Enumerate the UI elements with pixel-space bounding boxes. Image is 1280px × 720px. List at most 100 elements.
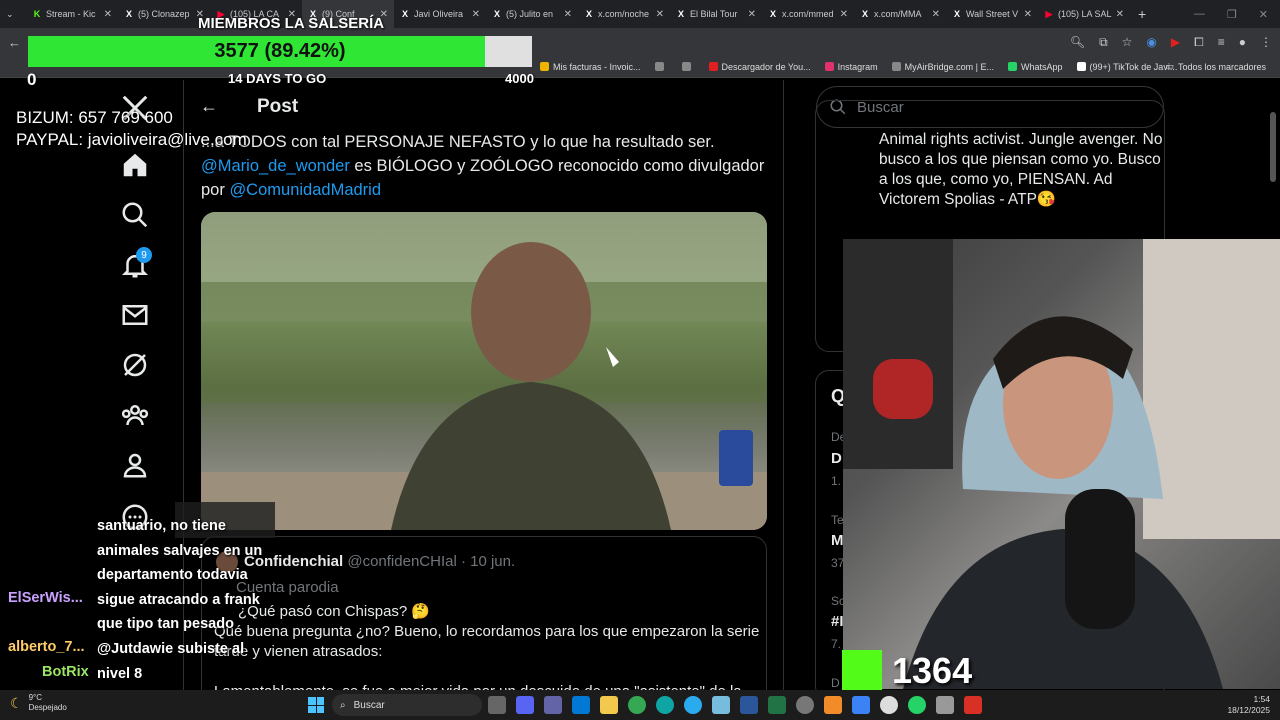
maximize-icon[interactable]: ❐ bbox=[1227, 8, 1237, 21]
bookmark-item[interactable]: (99+) TikTok de Javi... bbox=[1076, 62, 1177, 72]
tab-close-icon[interactable]: ✕ bbox=[932, 9, 940, 20]
weather-widget[interactable]: ☾ 9°C Despejado bbox=[10, 693, 67, 713]
browser-tab[interactable]: Xx.com/noche ✕ bbox=[578, 0, 670, 28]
tab-menu-button[interactable]: ⌄ bbox=[0, 0, 26, 28]
menu-kebab-icon[interactable]: ⋮ bbox=[1260, 35, 1272, 49]
tab-close-icon[interactable]: ✕ bbox=[656, 9, 664, 20]
kick-logo-icon bbox=[842, 650, 882, 690]
grok-icon[interactable] bbox=[120, 350, 150, 380]
word-icon[interactable] bbox=[740, 696, 758, 714]
file-explorer-icon[interactable] bbox=[600, 696, 618, 714]
edge-icon[interactable] bbox=[656, 696, 674, 714]
system-clock[interactable]: 1:54 18/12/2025 bbox=[1227, 694, 1270, 716]
star-icon[interactable]: ☆ bbox=[1122, 35, 1133, 49]
bookmark-favicon-icon bbox=[654, 62, 664, 71]
whatsapp-icon[interactable] bbox=[908, 696, 926, 714]
bookmark-item[interactable]: Descargador de You... bbox=[708, 62, 811, 72]
bookmark-favicon-icon bbox=[824, 62, 834, 71]
trend-fragment: D bbox=[831, 450, 842, 467]
mention-link[interactable]: @ComunidadMadrid bbox=[229, 181, 381, 199]
post-video[interactable] bbox=[201, 212, 767, 530]
post-back-arrow-icon[interactable]: ← bbox=[200, 96, 218, 117]
scrollbar[interactable] bbox=[1270, 112, 1276, 182]
bookmark-item[interactable]: Instagram bbox=[824, 62, 878, 72]
tab-close-icon[interactable]: ✕ bbox=[1116, 9, 1124, 20]
tab-favicon-icon: K bbox=[33, 9, 41, 19]
toolbar-icons: 🔍︎ ⧉ ☆ ◉ ▶ ⧠ ≡ ● ⋮ bbox=[1070, 35, 1272, 50]
post-text: ...a TODOS con tal PERSONAJE NEFASTO y l… bbox=[201, 133, 765, 199]
window-controls: — ❐ ✕ bbox=[1194, 8, 1280, 21]
app-icon[interactable] bbox=[852, 696, 870, 714]
new-tab-button[interactable]: + bbox=[1130, 6, 1154, 22]
tab-close-icon[interactable]: ✕ bbox=[472, 9, 480, 20]
browser-tab[interactable]: X (5) Julito en ✕ bbox=[486, 0, 578, 28]
profile-avatar-icon[interactable]: ● bbox=[1239, 35, 1246, 49]
browser-tab[interactable]: X El Bilal Tour ✕ bbox=[670, 0, 762, 28]
mention-link[interactable]: @Mario_de_wonder bbox=[201, 157, 350, 175]
tab-close-icon[interactable]: ✕ bbox=[1024, 9, 1032, 20]
app-icon[interactable] bbox=[824, 696, 842, 714]
tab-favicon-icon: X bbox=[769, 9, 776, 19]
media-icon[interactable]: ≡ bbox=[1218, 35, 1225, 49]
back-arrow-icon[interactable]: ← bbox=[8, 35, 21, 50]
bookmark-item[interactable]: Mis facturas - Invoic... bbox=[540, 62, 641, 72]
streamer-webcam bbox=[843, 239, 1280, 689]
chrome-icon[interactable] bbox=[628, 696, 646, 714]
tab-title: El Bilal Tour bbox=[690, 9, 738, 19]
search-icon[interactable] bbox=[120, 200, 150, 230]
tab-title: x.com/mmed bbox=[782, 9, 834, 19]
browser-tab[interactable]: ▶ (105) LA SAL ✕ bbox=[1038, 0, 1130, 28]
browser-tab[interactable]: X Wall Street V ✕ bbox=[946, 0, 1038, 28]
bookmark-favicon-icon bbox=[708, 62, 718, 71]
browser-tab[interactable]: Xx.com/MMA ✕ bbox=[854, 0, 946, 28]
browser-tab[interactable]: X Javi Oliveira ✕ bbox=[394, 0, 486, 28]
messages-envelope-icon[interactable] bbox=[120, 300, 150, 330]
tab-close-icon[interactable]: ✕ bbox=[748, 9, 756, 20]
tab-title: (5) Julito en bbox=[506, 9, 554, 19]
tab-close-icon[interactable]: ✕ bbox=[840, 9, 848, 20]
app-icon[interactable] bbox=[936, 696, 954, 714]
outlook-icon[interactable] bbox=[572, 696, 590, 714]
browser-tab[interactable]: X (5) Clonazep ✕ bbox=[118, 0, 210, 28]
bookmark-favicon-icon bbox=[681, 62, 691, 71]
folder-icon: ▭ bbox=[1165, 61, 1174, 71]
column-divider-right bbox=[783, 80, 784, 720]
extension-icon[interactable]: ◉ bbox=[1146, 35, 1156, 49]
browser-tab[interactable]: K Stream - Kic ✕ bbox=[26, 0, 118, 28]
telegram-icon[interactable] bbox=[684, 696, 702, 714]
tab-title: (5) Clonazep bbox=[138, 9, 190, 19]
minimize-icon[interactable]: — bbox=[1194, 8, 1205, 21]
chrome-icon[interactable] bbox=[880, 696, 898, 714]
pdf-reader-icon[interactable] bbox=[964, 696, 982, 714]
browser-tab[interactable]: Xx.com/mmed ✕ bbox=[762, 0, 854, 28]
profile-icon[interactable] bbox=[120, 450, 150, 480]
tab-favicon-icon: ▶ bbox=[1045, 8, 1053, 19]
paypal-info: PAYPAL: javioliveira@live.com bbox=[16, 130, 247, 149]
trend-fragment: M bbox=[831, 532, 844, 549]
zoom-icon[interactable]: 🔍︎ bbox=[1070, 35, 1085, 49]
moon-icon: ☾ bbox=[10, 694, 23, 711]
settings-gear-icon[interactable] bbox=[796, 696, 814, 714]
youtube-ext-icon[interactable]: ▶ bbox=[1171, 35, 1180, 49]
close-icon[interactable]: ✕ bbox=[1259, 8, 1268, 21]
bookmark-item[interactable]: MyAirBridge.com | E... bbox=[891, 62, 994, 72]
taskbar-search[interactable]: ⌕ Buscar bbox=[332, 694, 482, 716]
tab-close-icon[interactable]: ✕ bbox=[104, 9, 112, 20]
discord-icon[interactable] bbox=[516, 696, 534, 714]
communities-icon[interactable] bbox=[120, 400, 150, 430]
all-bookmarks-button[interactable]: ▭ Todos los marcadores bbox=[1165, 61, 1266, 72]
task-view-icon[interactable] bbox=[488, 696, 506, 714]
home-icon[interactable] bbox=[120, 150, 150, 180]
excel-icon[interactable] bbox=[768, 696, 786, 714]
screen: ⌄ K Stream - Kic ✕ X (5) Clonazep ✕ ▶ (105) LA … bbox=[0, 0, 1280, 720]
puzzle-icon[interactable]: ⧠ bbox=[1194, 35, 1204, 50]
cast-icon[interactable]: ⧉ bbox=[1099, 35, 1108, 50]
app-icon[interactable] bbox=[712, 696, 730, 714]
windows-start-icon[interactable] bbox=[308, 697, 324, 713]
bookmark-item[interactable]: WhatsApp bbox=[1008, 62, 1063, 72]
teams-icon[interactable] bbox=[544, 696, 562, 714]
bookmark-item[interactable] bbox=[681, 62, 695, 72]
bookmark-item[interactable] bbox=[654, 62, 668, 72]
tab-close-icon[interactable]: ✕ bbox=[564, 9, 572, 20]
chat-message: santuario, no tiene animales salvajes en… bbox=[97, 518, 263, 682]
